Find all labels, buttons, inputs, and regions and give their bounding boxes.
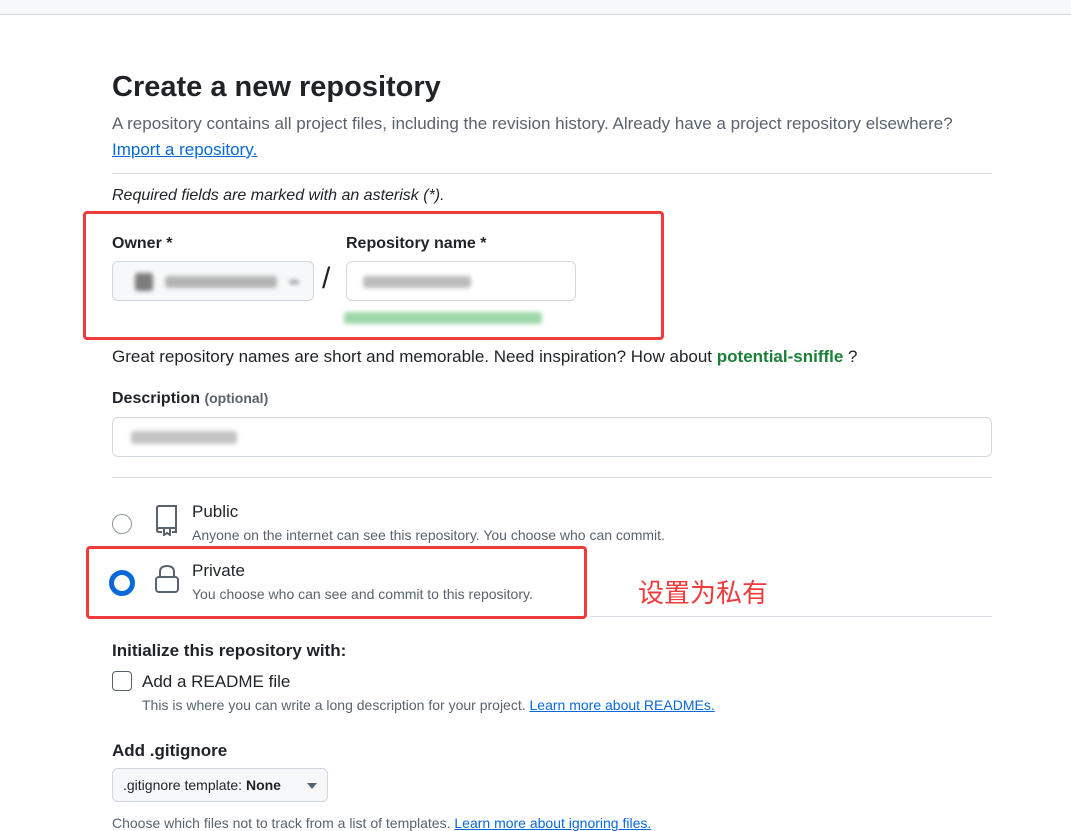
initialize-section-title: Initialize this repository with: (112, 641, 347, 660)
inspiration-suffix: ? (843, 347, 858, 366)
divider (590, 616, 992, 617)
readme-description-text: This is where you can write a long descr… (142, 697, 526, 713)
learn-more-ignoring-files-link[interactable]: Learn more about ignoring files. (454, 815, 651, 831)
page-subtitle: A repository contains all project files,… (112, 114, 953, 133)
description-value-redacted (131, 431, 237, 444)
inspiration-text: Great repository names are short and mem… (112, 347, 858, 367)
gitignore-description: Choose which files not to track from a l… (112, 815, 651, 831)
description-input[interactable] (112, 417, 992, 457)
divider (112, 477, 992, 478)
chevron-down-icon (307, 783, 317, 789)
public-option-description: Anyone on the internet can see this repo… (192, 527, 665, 543)
public-radio[interactable] (112, 514, 132, 534)
gitignore-description-text: Choose which files not to track from a l… (112, 815, 451, 831)
import-repository-link[interactable]: Import a repository. (112, 140, 257, 160)
suggested-name-link[interactable]: potential-sniffle (717, 347, 844, 366)
gitignore-prefix: .gitignore template: (123, 777, 246, 793)
annotation-set-private-label: 设置为私有 (638, 578, 769, 608)
gitignore-section-title: Add .gitignore (112, 741, 228, 760)
gitignore-value: None (245, 777, 281, 793)
add-readme-checkbox[interactable] (112, 671, 132, 691)
readme-description: This is where you can write a long descr… (142, 697, 715, 713)
page-title: Create a new repository (112, 71, 441, 103)
add-readme-label[interactable]: Add a README file (142, 672, 290, 692)
description-label: Description (optional) (112, 390, 268, 408)
description-optional-tag: (optional) (204, 390, 269, 406)
learn-more-readmes-link[interactable]: Learn more about READMEs. (530, 697, 715, 713)
description-label-text: Description (112, 390, 201, 407)
divider (112, 173, 992, 174)
public-option-title: Public (192, 502, 239, 521)
repo-book-icon (156, 505, 177, 536)
required-fields-note: Required fields are marked with an aster… (112, 187, 445, 204)
annotation-box-private (86, 546, 587, 619)
inspiration-prefix: Great repository names are short and mem… (112, 347, 713, 366)
annotation-box-owner-repo (83, 211, 664, 340)
gitignore-template-select[interactable]: .gitignore template: None (112, 768, 328, 802)
top-nav-bar (0, 0, 1071, 15)
